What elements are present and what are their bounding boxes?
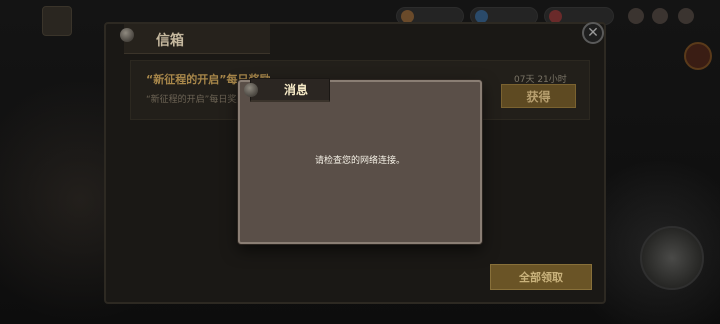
mailbox-title: 信箱 xyxy=(156,33,184,49)
notification-icon xyxy=(628,8,644,24)
dialog-title: 消息 xyxy=(284,83,309,97)
menu-icon xyxy=(678,8,694,24)
player-avatar xyxy=(42,6,72,36)
dialog-pin-icon xyxy=(244,83,258,97)
mail-icon xyxy=(652,8,668,24)
close-button[interactable]: ✕ xyxy=(582,22,604,44)
claim-all-button[interactable]: 全部领取 xyxy=(490,264,592,290)
pin-icon xyxy=(120,28,134,42)
adventure-button-icon xyxy=(640,226,704,290)
mail-item-subtitle: “新征程的开启”每日奖励 xyxy=(146,95,246,105)
dialog-message: 请检查您的网络连接。 xyxy=(314,156,405,166)
mailbox-title-tab xyxy=(124,24,270,54)
claim-button[interactable]: 获得 xyxy=(501,84,576,108)
event-badge-icon xyxy=(684,42,712,70)
